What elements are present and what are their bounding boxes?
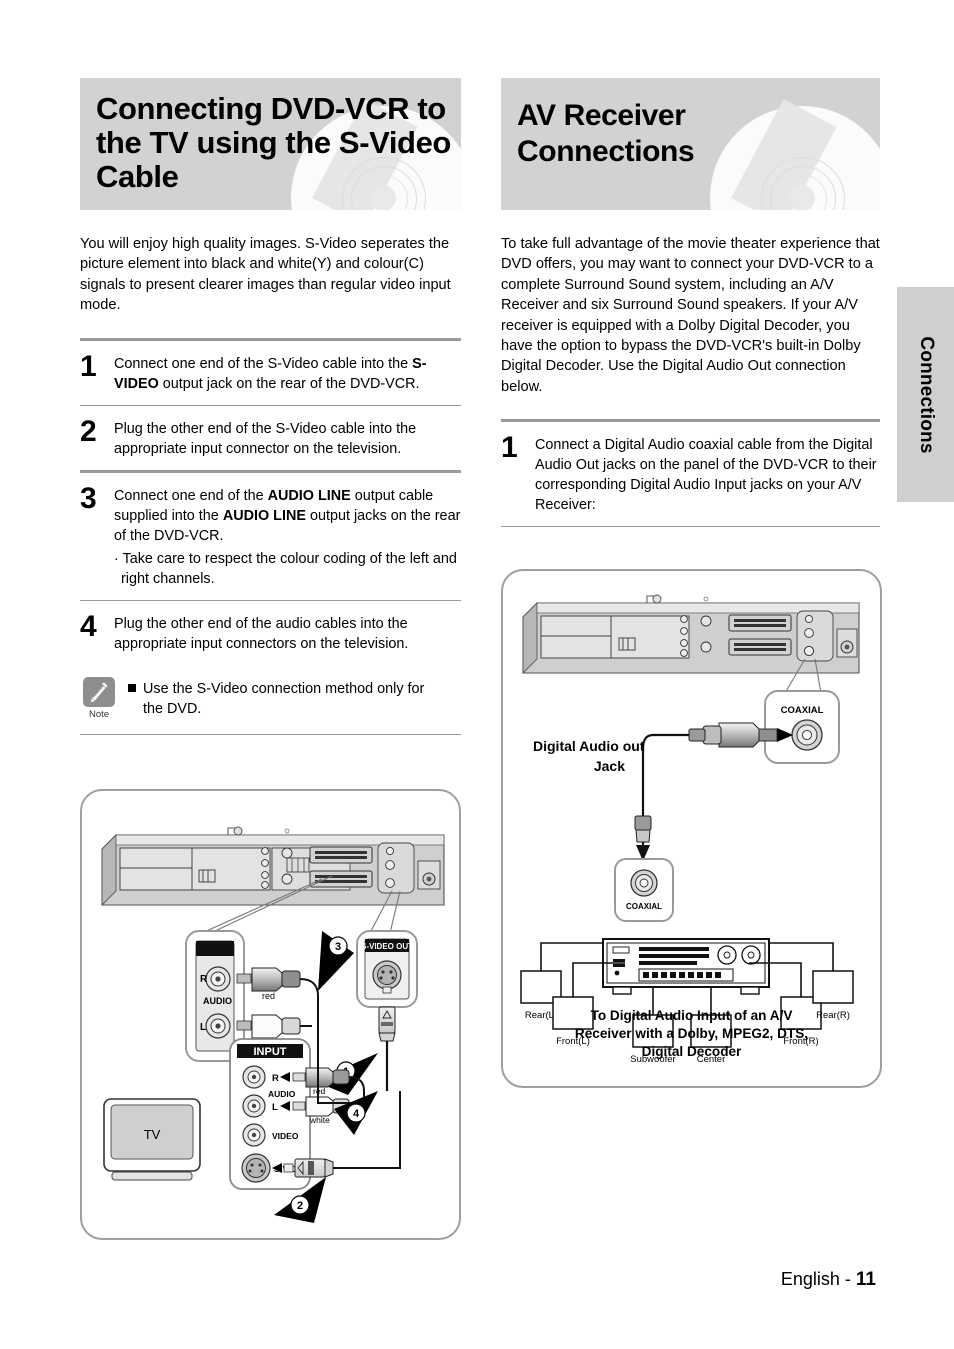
label-tv: TV [144,1127,161,1142]
label-digital-audio-out-1: Digital Audio out [533,738,645,754]
label-tv-video: VIDEO [272,1131,299,1141]
tv-set: TV [103,1098,201,1181]
caption-line-1: To Digital Audio Input of an A/V [590,1008,793,1023]
av-diagram-caption: To Digital Audio Input of an A/V Receive… [503,1007,880,1061]
manual-page: Connections Connecting DVD-VCR to the TV… [0,0,954,1349]
coaxial-callout-top: COAXIAL [764,690,840,764]
callout-2-text: 2 [297,1200,303,1212]
label-svideo-out: S-VIDEO OUT [361,942,413,951]
step-item: 1 Connect a Digital Audio coaxial cable f… [501,422,880,526]
step-text-run: Connect one end of the [114,487,268,504]
coax-cable [641,733,689,861]
svideo-plug [378,1006,396,1091]
section-tab-label: Connections [915,335,937,454]
left-steps-list: 1 Connect one end of the S-Video cable in… [80,341,461,665]
divider [501,526,880,528]
dvd-vcr-rear-panel [101,826,445,907]
note-badge: Note [80,676,118,720]
label-tv-audio: AUDIO [268,1089,296,1099]
disc-hole [789,185,815,210]
left-column: Connecting DVD-VCR to the TV using the S… [80,78,461,735]
label-audio-l: L [200,1022,206,1033]
label-audio: AUDIO [203,996,232,1006]
label-tv-r: R [272,1073,279,1084]
audio-cable-top [299,978,319,1027]
note-block: Note Use the S-Video connection method o… [80,665,461,734]
note-line-2: the DVD. [143,701,202,718]
step-text: Connect a Digital Audio coaxial cable fr… [535,432,880,515]
callout-3-text: 3 [335,941,341,953]
step-item: 2 Plug the other end of the S-Video cable… [80,406,461,470]
left-section-header: Connecting DVD-VCR to the TV using the S… [80,78,461,210]
caption-line-3: Digital Decoder [641,1044,742,1059]
note-caption: Note [88,708,110,720]
step-text-run: Connect a Digital Audio coaxial cable fr… [535,437,877,514]
label-digital-audio-out-2: Jack [594,758,625,774]
caption-line-2: Receiver with a Dolby, MPEG2, DTS, [574,1026,809,1041]
rca-plug-red: red [236,967,301,1001]
divider [80,733,461,735]
label-red: red [262,991,275,1001]
right-intro-text: To take full advantage of the movie thea… [501,236,880,395]
step-number: 3 [80,481,97,515]
step-text: Plug the other end of the S-Video cable … [114,416,461,459]
label-coaxial-top: COAXIAL [781,705,824,716]
svideo-connection-diagram: R L AUDIO red white [80,789,461,1240]
step-number: 1 [80,349,97,383]
page-footer: English - 11 [781,1269,876,1291]
footer-language: English - [780,1269,856,1289]
step-text-run: Plug the other end of the S-Video cable … [114,420,417,457]
label-tv-white: white [309,1115,330,1125]
pencil-icon [83,676,115,707]
coaxial-callout-bottom: COAXIAL [614,858,674,922]
label-coaxial-bottom: COAXIAL [626,902,662,911]
step-text-emphasis: AUDIO LINE [222,507,306,524]
label-audio-r: R [200,974,208,985]
step-item: 3 Connect one end of the AUDIO LINE outpu… [80,473,461,600]
step-text: Plug the other end of the audio cables i… [114,611,461,654]
footer-page-number: 11 [855,1269,876,1290]
step-number: 2 [80,414,97,448]
svideo-diagram-graphic: R L AUDIO red white [101,826,445,1223]
left-intro-text: You will enjoy high quality images. S-Vi… [80,236,451,314]
right-section-header: AV Receiver Connections [501,78,880,210]
right-section-title: AV Receiver Connections [517,99,695,168]
step-item: 1 Connect one end of the S-Video cable in… [80,341,461,405]
step-number: 1 [501,431,518,465]
bullet-icon [128,683,136,692]
step-text: Connect one end of the AUDIO LINE output… [114,483,461,589]
note-line-1: Use the S-Video connection method only f… [143,680,425,697]
step-text-run: Plug the other end of the audio cables i… [114,615,409,652]
step-text-run: output jack on the rear of the DVD-VCR. [158,375,420,392]
note-text: Use the S-Video connection method only f… [118,677,461,720]
av-receiver-diagram-graphic: COAXIAL Digital Audio out Jack COAXIAL R… [520,594,860,1065]
callout-marker-3: 3 [318,931,354,991]
pencil-glyph [90,681,108,702]
section-tab-connections: Connections [897,287,954,502]
step-text: Connect one end of the S-Video cable int… [114,351,461,394]
av-receiver-connection-diagram: COAXIAL Digital Audio out Jack COAXIAL R… [501,569,882,1088]
step-text-run: Connect one end of the S-Video cable int… [114,355,413,372]
step-item: 4 Plug the other end of the audio cables … [80,601,461,665]
right-steps-list: 1 Connect a Digital Audio coaxial cable f… [501,422,880,526]
step-text-emphasis: AUDIO LINE [267,487,351,504]
right-column: AV Receiver Connections To take full adv… [501,78,880,528]
dvd-vcr-rear-panel [522,594,860,675]
callout-4-text: 4 [353,1108,360,1120]
svideo-out-callout: S-VIDEO OUT [356,930,418,1008]
left-section-title: Connecting DVD-VCR to the TV using the S… [96,91,451,194]
step-subtext: · Take care to respect the colour coding… [114,550,457,587]
callout-marker-4: 4 [334,1091,378,1135]
coaxial-plug-bottom [634,815,652,861]
label-input: INPUT [254,1046,287,1058]
label-tv-l: L [272,1102,278,1113]
av-receiver-unit [602,938,770,995]
coaxial-plug-top [688,722,778,748]
step-number: 4 [80,609,97,643]
label-tv-red: red [313,1086,326,1096]
